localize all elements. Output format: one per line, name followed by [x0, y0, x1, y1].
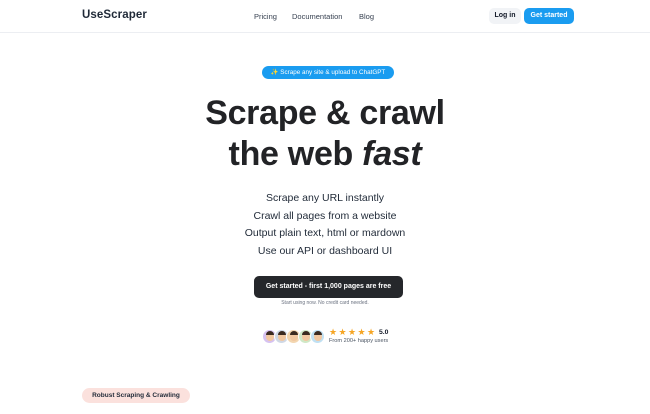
person-icon: [265, 330, 274, 341]
get-started-button[interactable]: Get started: [524, 8, 574, 24]
person-icon: [301, 330, 310, 341]
person-icon: [289, 330, 298, 341]
hero-title-prefix: the web: [228, 135, 363, 173]
login-button[interactable]: Log in: [489, 8, 521, 24]
section-badge: Robust Scraping & Crawling: [82, 388, 190, 403]
nav-link-pricing[interactable]: Pricing: [254, 12, 277, 21]
happy-users-text: From 200+ happy users: [329, 338, 389, 344]
rating-value: 5.0: [379, 329, 389, 336]
hero-title-line-1: Scrape & crawl: [205, 94, 445, 132]
star-icon: ★: [367, 327, 376, 337]
primary-cta-button[interactable]: Get started - first 1,000 pages are free: [254, 276, 403, 298]
user-avatars: [262, 329, 328, 345]
feature-item: Crawl all pages from a website: [253, 209, 397, 222]
feature-list: Scrape any URL instantly Crawl all pages…: [0, 190, 650, 260]
person-icon: [277, 330, 286, 341]
top-navbar: UseScraper Pricing Documentation Blog Lo…: [0, 0, 650, 33]
hero-title-emphasis: fast: [362, 135, 422, 173]
announcement-pill[interactable]: ✨ Scrape any site & upload to ChatGPT: [262, 66, 394, 79]
star-icon: ★: [338, 327, 347, 337]
feature-item: Use our API or dashboard UI: [257, 244, 393, 257]
star-icon: ★: [329, 327, 338, 337]
star-icon: ★: [348, 327, 357, 337]
nav-link-blog[interactable]: Blog: [359, 12, 374, 21]
cta-note: Start using now. No credit card needed.: [281, 300, 369, 306]
star-icon: ★: [357, 327, 366, 337]
nav-link-documentation[interactable]: Documentation: [292, 12, 342, 21]
avatar: [310, 329, 325, 344]
hero-title-line-2: the web fast: [0, 134, 650, 174]
feature-item: Output plain text, html or mardown: [244, 227, 406, 239]
feature-item: Scrape any URL instantly: [265, 192, 385, 204]
person-icon: [313, 330, 322, 341]
